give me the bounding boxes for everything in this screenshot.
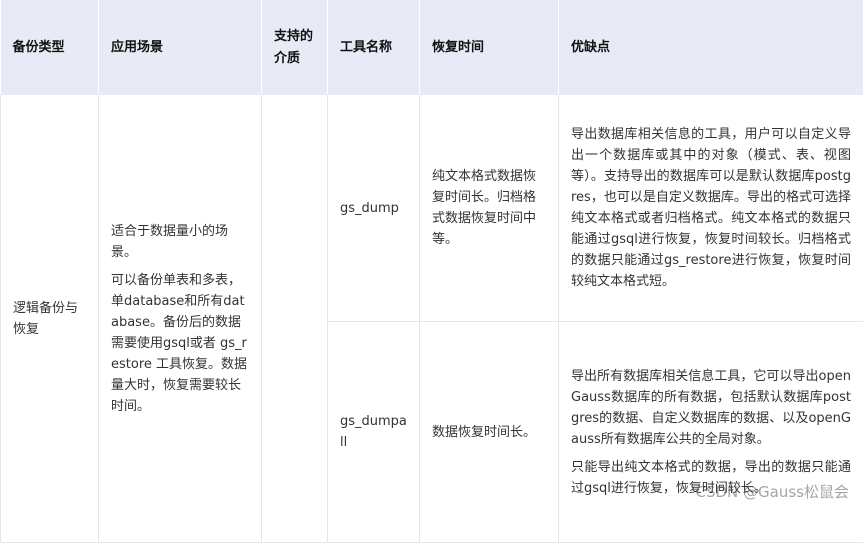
table-header-row: 备份类型 应用场景 支持的介质 工具名称 恢复时间 优缺点 [1, 0, 863, 95]
watermark: CSDN @Gauss松鼠会 [696, 481, 850, 502]
scenario-paragraph-2: 可以备份单表和多表，单database和所有database。备份后的数据需要使… [111, 270, 249, 417]
table-row: 逻辑备份与恢复 适合于数据量小的场景。 可以备份单表和多表，单database和… [1, 95, 863, 322]
scenario-paragraph-1: 适合于数据量小的场景。 [111, 221, 249, 263]
cell-recovery-time: 纯文本格式数据恢复时间长。归档格式数据恢复时间中等。 [420, 95, 559, 322]
header-tool-name: 工具名称 [328, 0, 420, 95]
cell-tool-name: gs_dump [328, 95, 420, 322]
cell-media [262, 95, 328, 543]
cell-backup-type: 逻辑备份与恢复 [1, 95, 99, 543]
backup-tools-table: 备份类型 应用场景 支持的介质 工具名称 恢复时间 优缺点 逻辑备份与恢复 适合… [0, 0, 863, 543]
pros-paragraph-1: 导出所有数据库相关信息工具，它可以导出openGauss数据库的所有数据，包括默… [571, 366, 851, 450]
header-recovery-time: 恢复时间 [420, 0, 559, 95]
header-backup-type: 备份类型 [1, 0, 99, 95]
header-scenario: 应用场景 [99, 0, 262, 95]
cell-pros-cons: 导出数据库相关信息的工具，用户可以自定义导出一个数据库或其中的对象（模式、表、视… [559, 95, 863, 322]
header-media: 支持的介质 [262, 0, 328, 95]
pros-paragraph-1: 导出数据库相关信息的工具，用户可以自定义导出一个数据库或其中的对象（模式、表、视… [571, 124, 851, 292]
cell-recovery-time: 数据恢复时间长。 [420, 322, 559, 543]
header-pros-cons: 优缺点 [559, 0, 863, 95]
cell-tool-name: gs_dumpall [328, 322, 420, 543]
cell-pros-cons: 导出所有数据库相关信息工具，它可以导出openGauss数据库的所有数据，包括默… [559, 322, 863, 543]
cell-scenario: 适合于数据量小的场景。 可以备份单表和多表，单database和所有databa… [99, 95, 262, 543]
